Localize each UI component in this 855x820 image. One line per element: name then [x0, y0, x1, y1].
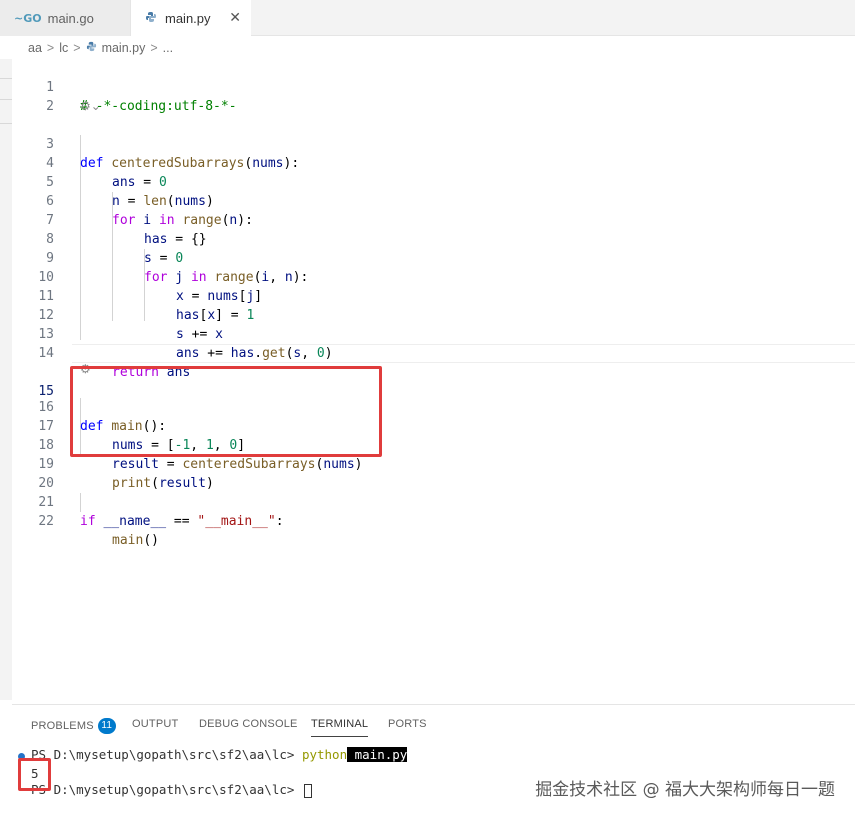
code-line: 11 has[x] = 1	[12, 268, 855, 323]
editor-tab-bar: ~GO main.go main.py ✕	[0, 0, 855, 37]
tab-debug-console[interactable]: DEBUG CONSOLE	[199, 718, 298, 730]
code-line: 22 main()	[12, 493, 855, 548]
python-icon	[145, 11, 157, 26]
chevron-right-icon: >	[150, 41, 158, 55]
watermark: 掘金技术社区 @ 福大大架构师每日一题	[535, 780, 835, 800]
codelens-gear-icon[interactable]: ⚙⌄	[80, 97, 101, 116]
close-icon[interactable]: ✕	[229, 9, 241, 26]
code-line: 5 n = len(nums)	[12, 154, 855, 209]
code-line: 2	[12, 78, 855, 114]
code-editor[interactable]: 1 # -*-coding:utf-8-*- 2 ⚙⌄ 3 def center…	[12, 59, 855, 704]
code-line-current: 15	[12, 344, 855, 399]
tab-ports[interactable]: PORTS	[388, 718, 427, 730]
python-icon	[86, 41, 97, 55]
terminal-cursor	[303, 783, 312, 798]
code-line: 13 ans += has.get(s, 0)	[12, 306, 855, 361]
tab-problems[interactable]: PROBLEMS 11	[31, 718, 116, 734]
tab-main-py[interactable]: main.py ✕	[131, 0, 251, 37]
code-line: 14 return ans	[12, 325, 855, 380]
terminal[interactable]: PS D:\mysetup\gopath\src\sf2\aa\lc> pyth…	[12, 741, 855, 820]
breadcrumb-item[interactable]: main.py	[102, 41, 146, 55]
code-line: 20	[12, 455, 855, 491]
code-line: 8 s = 0	[12, 211, 855, 266]
code-text: if __name__ == "__main__":	[80, 514, 284, 529]
tab-main-go[interactable]: ~GO main.go	[0, 0, 131, 36]
code-line: 9 for j in range(i, n):	[12, 230, 855, 285]
code-line: 12 s += x	[12, 287, 855, 342]
bottom-panel: PROBLEMS 11 OUTPUT DEBUG CONSOLE TERMINAL…	[12, 704, 855, 820]
line-number: 22	[38, 514, 54, 529]
chevron-right-icon: >	[73, 41, 81, 55]
code-text: main()	[112, 533, 159, 548]
breadcrumb: aa > lc > main.py > ...	[0, 37, 855, 59]
tab-output[interactable]: OUTPUT	[132, 718, 178, 730]
tab-label: main.go	[47, 10, 94, 26]
line-number: 2	[46, 99, 54, 114]
comment: # -*-coding:utf-8-*-	[80, 99, 237, 114]
code-line: 1 # -*-coding:utf-8-*-	[12, 59, 855, 114]
code-line: 3 def centeredSubarrays(nums):	[12, 116, 855, 171]
chevron-right-icon: >	[46, 41, 55, 55]
problems-count-badge: 11	[97, 718, 116, 734]
code-line: 7 has = {}	[12, 192, 855, 247]
breadcrumb-item[interactable]: aa	[28, 41, 42, 55]
terminal-line: PS D:\mysetup\gopath\src\sf2\aa\lc>	[31, 781, 312, 799]
code-line: 10 x = nums[j]	[12, 249, 855, 304]
code-line: 6 for i in range(n):	[12, 173, 855, 228]
breadcrumb-item[interactable]: ...	[163, 41, 173, 55]
code-line: 4 ans = 0	[12, 135, 855, 190]
highlight-box-output	[18, 758, 51, 791]
go-icon: ~GO	[14, 11, 42, 25]
activity-gutter	[0, 59, 12, 700]
tab-label: main.py	[165, 11, 211, 26]
panel-tabs: PROBLEMS 11 OUTPUT DEBUG CONSOLE TERMINAL…	[12, 705, 855, 741]
current-line-highlight	[72, 344, 855, 363]
tab-terminal[interactable]: TERMINAL	[311, 718, 369, 737]
breadcrumb-item[interactable]: lc	[59, 41, 68, 55]
code-line: 21 if __name__ == "__main__":	[12, 474, 855, 529]
terminal-line: PS D:\mysetup\gopath\src\sf2\aa\lc> pyth…	[31, 747, 408, 762]
highlight-box-main-function	[70, 366, 382, 457]
